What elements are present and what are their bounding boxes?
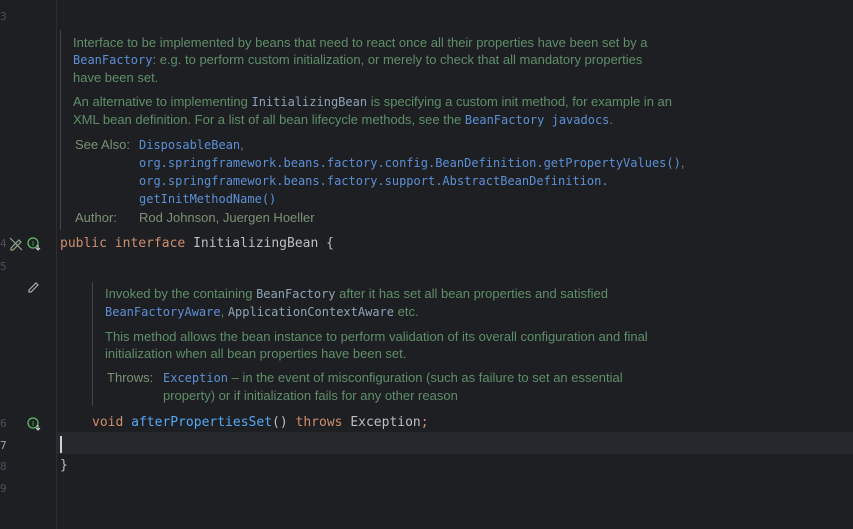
method-declaration[interactable]: void afterPropertiesSet() throws Excepti…: [92, 415, 429, 430]
see-also-link[interactable]: org.springframework.beans.factory.suppor…: [139, 174, 609, 188]
text-caret: [60, 436, 62, 453]
see-also-link[interactable]: org.springframework.beans.factory.config…: [139, 156, 681, 170]
throws-label: Throws:: [107, 370, 154, 385]
class-javadoc: Interface to be implemented by beans tha…: [73, 34, 833, 226]
closing-brace: }: [60, 458, 68, 473]
doc-paragraph: An alternative to implementing Initializ…: [73, 94, 673, 127]
see-also-label: See Also:: [75, 137, 130, 152]
line-number: 4: [0, 237, 6, 250]
doc-border: [60, 30, 61, 230]
keyword: void: [92, 415, 124, 430]
see-also-link[interactable]: getInitMethodName(): [139, 192, 276, 206]
author-value: Rod Johnson, Juergen Hoeller: [139, 210, 315, 225]
throws-description: Exception – in the event of misconfigura…: [163, 370, 623, 403]
implementations-icon[interactable]: I: [26, 236, 42, 257]
doc-paragraph: Invoked by the containing BeanFactory af…: [105, 286, 608, 319]
line-number: 7: [0, 439, 6, 452]
edit-off-icon[interactable]: [8, 236, 24, 257]
keyword: interface: [114, 236, 186, 251]
doc-paragraph: This method allows the bean instance to …: [105, 329, 648, 361]
editor-gutter[interactable]: 3 4 5 6 7 8 9 I I: [0, 0, 57, 529]
keyword: throws: [295, 415, 343, 430]
exception-link[interactable]: Exception: [163, 371, 228, 385]
svg-text:I: I: [32, 420, 34, 428]
current-line-highlight: [57, 432, 853, 454]
code-reference[interactable]: BeanFactoryAware: [105, 305, 221, 319]
line-number: 5: [0, 260, 6, 273]
parens: (): [272, 415, 288, 430]
code-reference: BeanFactory: [256, 287, 336, 301]
line-number: 8: [0, 460, 6, 473]
brace: {: [326, 236, 334, 251]
javadoc-link[interactable]: BeanFactory javadocs: [465, 113, 610, 127]
method-name[interactable]: afterPropertiesSet: [131, 415, 272, 430]
doc-paragraph: Interface to be implemented by beans tha…: [73, 35, 648, 85]
author-section: Author: Rod Johnson, Juergen Hoeller: [73, 209, 833, 226]
line-number: 6: [0, 417, 6, 430]
exception-type[interactable]: Exception: [350, 415, 420, 430]
code-reference[interactable]: BeanFactory: [73, 53, 152, 67]
doc-border: [92, 282, 93, 406]
see-also-list: DisposableBean, org.springframework.bean…: [139, 137, 685, 206]
line-number: 3: [0, 10, 6, 23]
semicolon: ;: [420, 415, 429, 430]
keyword: public: [60, 236, 107, 251]
see-also-link[interactable]: DisposableBean: [139, 138, 240, 152]
method-javadoc: Invoked by the containing BeanFactory af…: [105, 285, 825, 403]
code-reference: InitializingBean: [251, 95, 368, 109]
throws-section: Throws: Exception – in the event of misc…: [105, 369, 825, 403]
author-label: Author:: [75, 210, 117, 225]
edit-doc-icon[interactable]: [27, 280, 41, 299]
class-name[interactable]: InitializingBean: [193, 236, 318, 251]
see-also-section: See Also: DisposableBean, org.springfram…: [73, 136, 833, 206]
svg-text:I: I: [32, 240, 34, 248]
implementations-icon[interactable]: I: [26, 416, 42, 437]
interface-declaration[interactable]: public interface InitializingBean {: [60, 236, 334, 251]
code-reference: ApplicationContextAware: [227, 305, 394, 319]
line-number: 9: [0, 482, 6, 495]
